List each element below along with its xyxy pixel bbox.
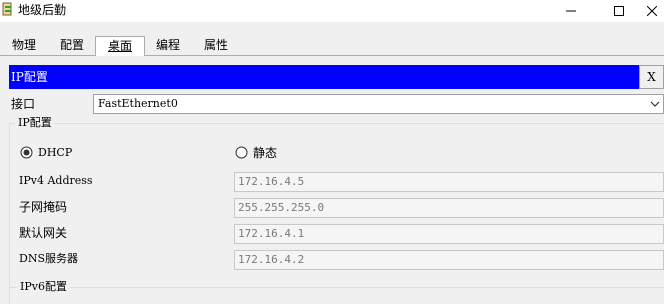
dns-server-label: DNS服务器 [19,252,78,265]
static-radio[interactable] [235,146,248,159]
chevron-down-icon [650,101,660,107]
interface-label: 接口 [11,97,36,111]
interface-select[interactable]: FastEthernet0 [93,94,664,114]
minimize-button[interactable] [548,0,594,22]
app-icon [2,2,12,16]
maximize-icon [614,6,624,16]
tab-physical[interactable]: 物理 [12,36,36,54]
dhcp-label[interactable]: DHCP [38,145,72,161]
close-window-button[interactable] [640,0,664,22]
default-gateway-label: 默认网关 [19,226,68,240]
tab-programming[interactable]: 编程 [156,36,180,54]
tab-desktop-label: 桌面 [107,39,132,53]
interface-value: FastEthernet0 [98,97,178,110]
maximize-button[interactable] [596,0,642,22]
subnet-mask-field[interactable]: 255.255.255.0 [234,198,664,218]
ip-config-group-title: IP配置 [15,116,55,130]
default-gateway-field[interactable]: 172.16.4.1 [234,224,664,244]
ip-config-panel: IP配置 X 接口 FastEthernet0 IP配置 DHCP 静态 IPv… [7,56,664,304]
ipv6-config-group-title: IPv6配置 [17,280,70,294]
tab-attributes[interactable]: 属性 [204,36,228,54]
panel-header: IP配置 [9,65,639,89]
tab-config[interactable]: 配置 [60,36,84,54]
window-title: 地级后勤 [18,3,67,17]
panel-close-button[interactable]: X [639,65,664,89]
static-label[interactable]: 静态 [253,145,277,161]
ipv6-group-border [9,287,664,288]
ipv4-address-label: IPv4 Address [19,174,93,187]
dns-server-field[interactable]: 172.16.4.2 [234,250,664,270]
dhcp-radio[interactable] [20,146,33,159]
tab-desktop[interactable]: 桌面 [95,36,145,56]
minimize-icon [566,10,576,12]
title-bar: 地级后勤 [0,0,664,22]
ipv4-address-field[interactable]: 172.16.4.5 [234,172,664,192]
close-icon [647,6,657,16]
subnet-mask-label: 子网掩码 [19,200,68,214]
